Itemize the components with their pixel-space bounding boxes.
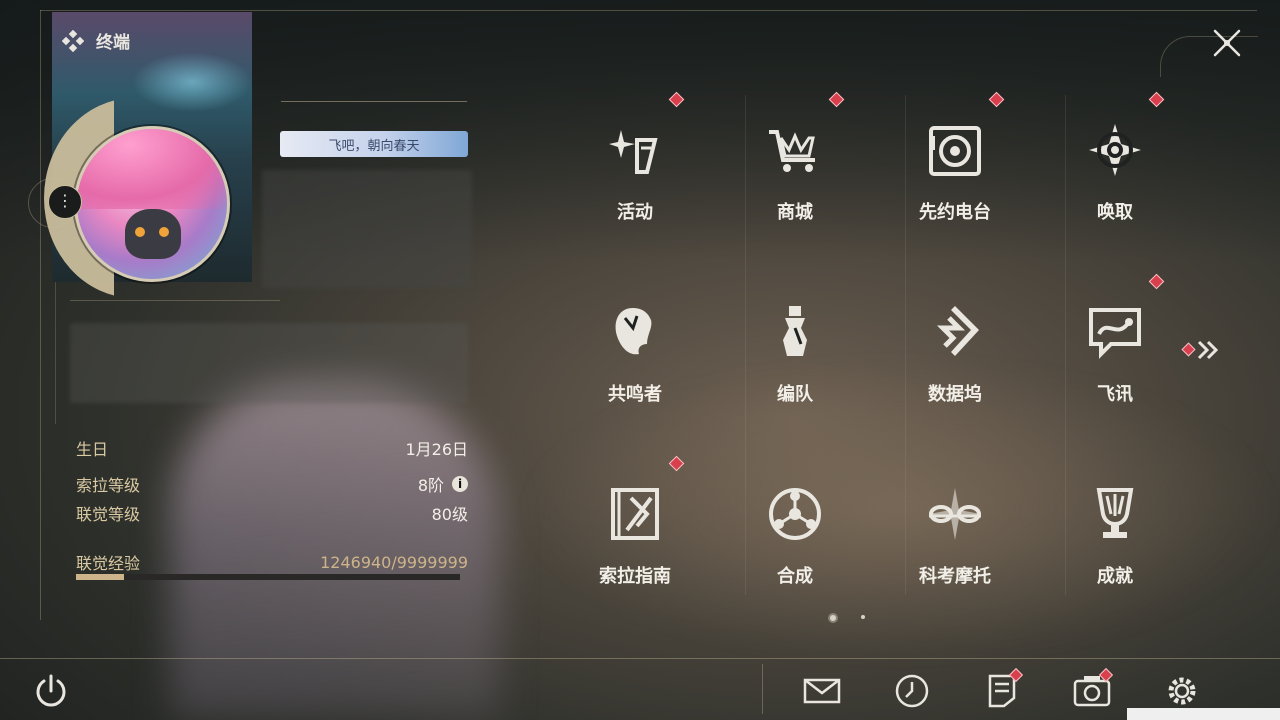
- camera-button[interactable]: [1073, 667, 1114, 710]
- compass-star-icon: [1089, 124, 1141, 176]
- menu-item-5[interactable]: 编队: [715, 274, 875, 434]
- notification-badge: [828, 91, 845, 108]
- profile-divider: [70, 300, 280, 301]
- exp-progress-bar: [76, 574, 460, 580]
- settings-button[interactable]: [1163, 672, 1201, 710]
- notification-badge: [1148, 273, 1165, 290]
- stat-value: 1246940/9999999: [320, 552, 468, 572]
- blurred-region: [262, 170, 472, 288]
- menu-item-2[interactable]: 先约电台: [875, 91, 1035, 252]
- synthesis-icon: [769, 488, 821, 540]
- mail-icon: [803, 678, 841, 704]
- menu-item-label: 活动: [617, 202, 653, 223]
- menu-item-11[interactable]: 成就: [1035, 456, 1195, 616]
- stat-label: 联觉等级: [76, 505, 141, 524]
- page-title: 终端: [96, 33, 130, 53]
- menu-item-8[interactable]: 索拉指南: [555, 455, 715, 616]
- notification-badge: [668, 91, 685, 108]
- menu-item-1[interactable]: 商城: [715, 91, 875, 252]
- trophy-icon: [1096, 488, 1134, 538]
- stat-value: 1月26日: [405, 440, 468, 459]
- title-divider: [281, 101, 467, 102]
- menu-item-7[interactable]: 飞讯: [1035, 273, 1195, 434]
- avatar-cat-eye: [135, 227, 145, 237]
- avatar[interactable]: [74, 126, 230, 282]
- stat-value: 80级: [431, 505, 468, 524]
- avatar-cat: [125, 209, 181, 259]
- menu-item-label: 数据坞: [928, 384, 982, 405]
- stat-union-level: 联觉等级 80级: [76, 501, 468, 525]
- menu-item-6[interactable]: 数据坞: [875, 274, 1035, 434]
- exp-progress-fill: [76, 574, 124, 580]
- notification-badge: [988, 91, 1005, 108]
- menu-item-label: 成就: [1097, 566, 1133, 587]
- settings-gear-icon: [1168, 677, 1196, 705]
- stat-birthday: 生日 1月26日: [76, 436, 468, 460]
- stat-union-exp: 联觉经验 1246940/9999999: [76, 550, 468, 574]
- motorcycle-icon: [929, 488, 981, 540]
- stat-value: 8阶: [417, 476, 444, 495]
- menu-item-10[interactable]: 科考摩托: [875, 456, 1035, 616]
- stat-label: 生日: [76, 440, 109, 459]
- message-icon: [1089, 308, 1141, 359]
- mail-button[interactable]: [803, 672, 841, 710]
- frame-line-top: [40, 10, 1257, 11]
- page-dot-2[interactable]: [861, 615, 865, 619]
- resonator-head-icon: [615, 308, 652, 355]
- stat-sola-level: 索拉等级 8阶 i: [76, 472, 468, 496]
- title-badge[interactable]: 飞吧，朝向春天: [280, 131, 468, 157]
- menu-item-label: 唤取: [1097, 202, 1133, 223]
- terminal-header: 终端: [62, 28, 130, 53]
- diamond-cluster-icon: [62, 29, 84, 52]
- sparkle-icon: [609, 130, 658, 174]
- menu-item-label: 飞讯: [1097, 384, 1133, 405]
- banner-glow: [132, 52, 252, 112]
- menu-item-label: 合成: [777, 566, 813, 587]
- data-dock-icon: [936, 306, 979, 356]
- frame-line-left: [40, 10, 41, 620]
- radio-icon: [929, 126, 981, 176]
- notification-badge: [1148, 91, 1165, 108]
- menu-item-0[interactable]: 活动: [555, 91, 715, 252]
- menu-item-label: 共鸣者: [608, 384, 662, 405]
- close-icon[interactable]: [1208, 24, 1246, 62]
- blurred-region: [70, 323, 468, 403]
- stat-label: 索拉等级: [76, 476, 141, 495]
- page-dot-1[interactable]: [830, 615, 836, 621]
- menu-item-label: 先约电台: [919, 202, 991, 223]
- menu-item-9[interactable]: 合成: [715, 456, 875, 616]
- menu-item-label: 编队: [777, 384, 813, 405]
- clock-icon: [895, 674, 929, 708]
- info-icon[interactable]: i: [452, 476, 468, 492]
- notes-button[interactable]: [983, 667, 1024, 710]
- menu-item-4[interactable]: 共鸣者: [555, 274, 715, 434]
- avatar-cat-eye: [159, 227, 169, 237]
- menu-item-label: 商城: [777, 202, 813, 223]
- shop-cart-icon: [769, 130, 815, 172]
- more-vertical-icon[interactable]: ⋮: [48, 185, 82, 219]
- chess-team-icon: [783, 306, 807, 356]
- menu-item-3[interactable]: 唤取: [1035, 91, 1195, 252]
- clock-button[interactable]: [893, 672, 931, 710]
- menu-item-label: 索拉指南: [599, 566, 671, 587]
- double-chevron-right-icon[interactable]: [1181, 338, 1223, 362]
- bottom-divider: [762, 664, 763, 714]
- notification-badge: [668, 455, 685, 472]
- power-icon[interactable]: [32, 672, 70, 710]
- avatar-hair: [77, 129, 227, 209]
- guide-book-icon: [611, 488, 659, 540]
- stat-label: 联觉经验: [76, 554, 141, 573]
- menu-item-label: 科考摩托: [919, 566, 991, 587]
- bottom-bar-line: [0, 658, 1280, 659]
- screen-corner: [1127, 708, 1280, 720]
